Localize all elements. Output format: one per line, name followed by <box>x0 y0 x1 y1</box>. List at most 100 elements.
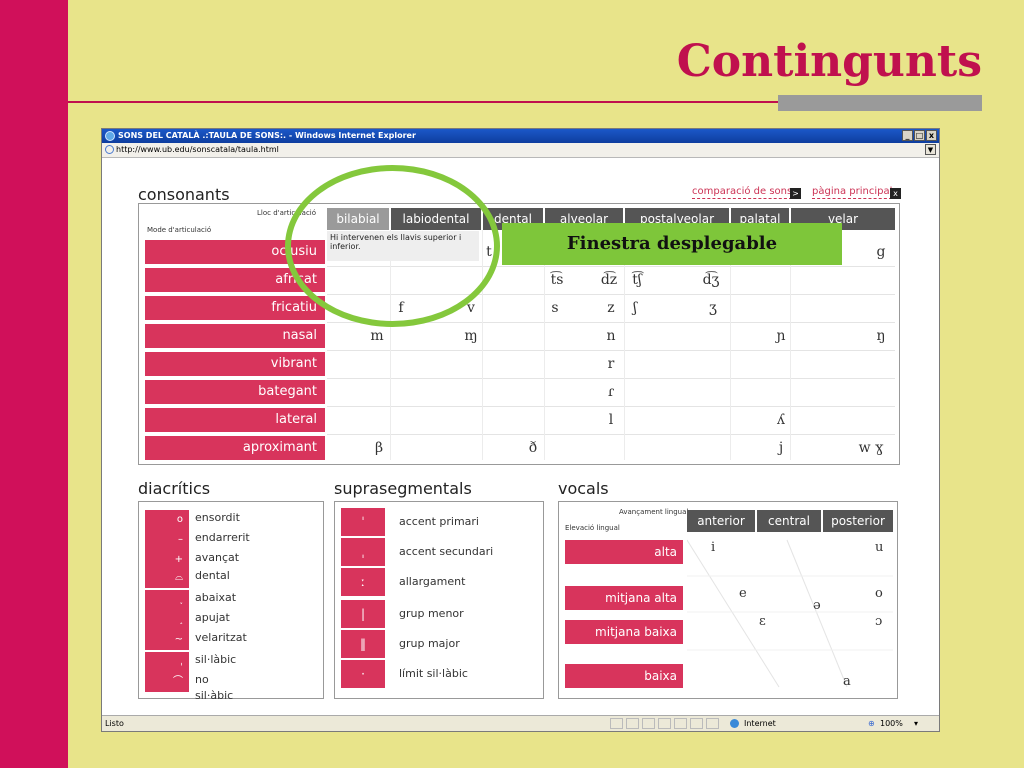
compare-arrow-icon[interactable]: > <box>790 188 801 199</box>
ipa-symbol[interactable]: ɱ <box>451 328 491 344</box>
diacritic-mark: ~ <box>145 630 189 650</box>
address-bar[interactable]: http://www.ub.edu/sonscatala/taula.html … <box>102 143 939 158</box>
supra-label: accent primari <box>399 515 479 528</box>
diacritic-mark: + <box>145 550 189 570</box>
diacritic-label: abaixat <box>195 591 237 604</box>
zoom-icon[interactable]: ⊕ <box>868 716 875 731</box>
diacritic-mark: ⌒ <box>145 672 189 692</box>
grid-line <box>327 378 895 379</box>
supra-mark: | <box>341 600 385 628</box>
ipa-symbol[interactable]: ʒ <box>693 300 733 316</box>
ipa-symbol[interactable]: w ɣ <box>841 440 901 456</box>
close-button[interactable]: x <box>926 130 937 141</box>
ipa-symbol[interactable]: m <box>357 328 397 344</box>
vowels-panel: Avançament lingual Elevació lingual ante… <box>558 501 898 699</box>
vowel-symbol[interactable]: ɔ <box>875 614 882 629</box>
ipa-symbol[interactable]: r <box>591 356 631 372</box>
zone-text: Internet <box>744 719 776 728</box>
address-text[interactable]: http://www.ub.edu/sonscatala/taula.html <box>116 145 279 154</box>
row-fricatiu[interactable]: fricatiu <box>145 296 325 320</box>
compare-sounds-link[interactable]: comparació de sons <box>692 186 793 199</box>
vowel-symbol[interactable]: ə <box>813 598 821 613</box>
ipa-symbol[interactable]: s <box>535 300 575 316</box>
status-text: Listo <box>105 719 124 728</box>
row-nasal[interactable]: nasal <box>145 324 325 348</box>
col-anterior[interactable]: anterior <box>687 510 755 532</box>
list-item[interactable]: ‖ grup major <box>341 630 539 658</box>
grid-line <box>327 350 895 351</box>
diacritic-label: ensordit <box>195 511 240 524</box>
row-vibrant[interactable]: vibrant <box>145 352 325 376</box>
vowel-symbol[interactable]: e <box>739 586 747 601</box>
ipa-symbol[interactable]: t͡s <box>537 272 577 288</box>
ipa-symbol[interactable]: ð <box>513 440 553 456</box>
callout-label: Finestra desplegable <box>502 223 842 265</box>
status-segment <box>610 718 623 729</box>
ie-icon <box>105 131 115 141</box>
minimize-button[interactable]: _ <box>902 130 913 141</box>
globe-icon <box>730 719 739 728</box>
ipa-symbol[interactable]: g <box>861 244 901 260</box>
diacritic-mark: ˯ <box>145 590 189 610</box>
list-item[interactable]: ˈ accent primari <box>341 508 539 536</box>
ipa-symbol[interactable]: n <box>591 328 631 344</box>
diacritics-title: diacrítics <box>138 479 211 498</box>
vowel-symbol[interactable]: ɛ <box>759 614 766 629</box>
row-alta[interactable]: alta <box>565 540 683 564</box>
ipa-symbol[interactable]: β <box>359 440 399 456</box>
ipa-symbol[interactable]: t͡ʃ <box>617 272 657 288</box>
grid-line <box>327 406 895 407</box>
vowel-axis-height: Elevació lingual <box>565 524 620 532</box>
ipa-symbol[interactable]: ŋ <box>861 328 901 344</box>
chevron-down-icon[interactable]: ▾ <box>914 716 918 731</box>
row-lateral[interactable]: lateral <box>145 408 325 432</box>
ipa-symbol[interactable]: ʎ <box>761 412 801 428</box>
ipa-symbol[interactable]: ɲ <box>761 328 801 344</box>
window-title: SONS DEL CATALÀ .:TAULA DE SONS:. - Wind… <box>118 131 416 140</box>
ipa-symbol[interactable]: l <box>591 412 631 428</box>
list-item[interactable]: | grup menor <box>341 600 539 628</box>
vowel-symbol[interactable]: i <box>711 540 715 555</box>
row-mitjana-alta[interactable]: mitjana alta <box>565 586 683 610</box>
row-mitjana-baixa[interactable]: mitjana baixa <box>565 620 683 644</box>
list-item[interactable]: ː allargament <box>341 568 539 596</box>
supra-mark: ˈ <box>341 508 385 536</box>
supra-mark: ː <box>341 568 385 596</box>
chevron-down-icon[interactable]: ▼ <box>925 144 936 155</box>
supra-label: accent secundari <box>399 545 494 558</box>
vowel-symbol[interactable]: a <box>843 674 851 689</box>
maximize-button[interactable]: □ <box>914 130 925 141</box>
list-item[interactable]: ˌ accent secundari <box>341 538 539 566</box>
row-aproximant[interactable]: aproximant <box>145 436 325 460</box>
vowel-trapezoid <box>687 539 893 688</box>
diacritic-label: apujat <box>195 611 230 624</box>
ipa-symbol[interactable]: d͡ʒ <box>691 272 731 288</box>
diacritic-mark: – <box>145 530 189 550</box>
status-segment <box>642 718 655 729</box>
vowel-symbol[interactable]: u <box>875 540 883 555</box>
zoom-level[interactable]: 100% <box>880 716 903 731</box>
diacritic-label: dental <box>195 569 230 582</box>
diacritic-mark: ⌓ <box>145 568 189 588</box>
list-item[interactable]: · límit sil·làbic <box>341 660 539 688</box>
close-icon[interactable]: x <box>890 188 901 199</box>
browser-titlebar[interactable]: SONS DEL CATALÀ .:TAULA DE SONS:. - Wind… <box>102 129 939 143</box>
col-central[interactable]: central <box>757 510 821 532</box>
slide-title: Contingunts <box>676 36 982 87</box>
col-posterior[interactable]: posterior <box>823 510 893 532</box>
ipa-symbol[interactable]: ʃ <box>615 300 655 316</box>
main-page-link[interactable]: pàgina principal <box>812 186 893 199</box>
consonants-title: consonants <box>138 185 230 204</box>
vowels-title: vocals <box>558 479 609 498</box>
diacritic-mark: o <box>145 510 189 530</box>
diacritics-panel: o ensordit – endarrerit + avançat ⌓ dental ˯… <box>138 501 324 702</box>
status-segment <box>706 718 719 729</box>
status-bar: Listo Internet ⊕ 100% ▾ <box>102 715 939 731</box>
row-baixa[interactable]: baixa <box>565 664 683 688</box>
ipa-symbol[interactable]: j <box>761 440 801 456</box>
status-segment <box>674 718 687 729</box>
ipa-symbol[interactable]: ɾ <box>591 384 631 400</box>
vowel-symbol[interactable]: o <box>875 586 883 601</box>
diacritic-label: avançat <box>195 551 240 564</box>
row-bategant[interactable]: bategant <box>145 380 325 404</box>
